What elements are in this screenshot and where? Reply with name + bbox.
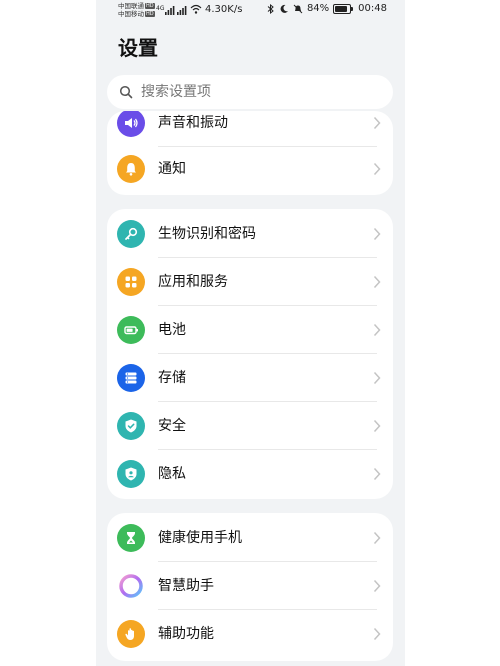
search-bar[interactable]	[107, 75, 393, 109]
signal-bars-icon	[177, 6, 187, 15]
carrier-2: 中国移动 HD	[118, 10, 155, 18]
bell-muted-icon	[293, 4, 303, 13]
settings-item-accessibility[interactable]: 辅助功能	[107, 610, 393, 658]
icon-badge	[117, 572, 145, 600]
battery-level	[335, 5, 347, 12]
network-speed: 4.30K/s	[205, 4, 243, 15]
settings-item-label: 生物识别和密码	[158, 226, 256, 242]
icon-badge	[117, 412, 145, 440]
chevron-right-icon	[373, 275, 381, 289]
settings-item-label: 安全	[158, 418, 186, 434]
icon-badge	[117, 316, 145, 344]
icon-badge	[117, 364, 145, 392]
icon-badge	[117, 620, 145, 648]
settings-item-label: 辅助功能	[158, 626, 214, 642]
battery-percent: 84%	[306, 3, 330, 14]
icon-badge	[117, 220, 145, 248]
chevron-right-icon	[373, 627, 381, 641]
settings-item-label: 隐私	[158, 466, 186, 482]
settings-item-privacy[interactable]: 隐私	[107, 450, 393, 498]
hd-badge: HD	[145, 3, 155, 9]
chevron-right-icon	[373, 419, 381, 433]
icon-badge	[117, 460, 145, 488]
settings-item-biometrics[interactable]: 生物识别和密码	[107, 210, 393, 258]
settings-group-1: 声音和振动 通知	[107, 111, 393, 195]
key-icon	[125, 227, 138, 240]
wifi-icon	[190, 4, 202, 14]
settings-item-assistant[interactable]: 智慧助手	[107, 562, 393, 610]
assistant-ring-icon	[119, 574, 143, 598]
shield-check-icon	[125, 419, 137, 433]
settings-item-storage[interactable]: 存储	[107, 354, 393, 402]
page-title: 设置	[118, 36, 158, 60]
bluetooth-icon	[267, 3, 274, 14]
settings-item-label: 存储	[158, 370, 186, 386]
settings-item-label: 电池	[158, 322, 186, 338]
icon-badge	[117, 524, 145, 552]
chevron-right-icon	[373, 116, 381, 130]
chevron-right-icon	[373, 531, 381, 545]
search-icon	[119, 85, 133, 99]
search-input[interactable]	[139, 83, 363, 101]
settings-item-security[interactable]: 安全	[107, 402, 393, 450]
settings-group-2: 生物识别和密码 应用和服务 电池 存储 安全 隐私	[107, 209, 393, 499]
storage-icon	[125, 372, 137, 384]
speaker-icon	[125, 118, 138, 128]
chevron-right-icon	[373, 162, 381, 176]
signal-bars-icon	[165, 6, 175, 15]
carrier-1-label: 中国联通	[118, 2, 144, 10]
settings-item-sound[interactable]: 声音和振动	[107, 111, 393, 147]
settings-item-label: 声音和振动	[158, 115, 228, 131]
settings-item-digital-balance[interactable]: 健康使用手机	[107, 514, 393, 562]
chevron-right-icon	[373, 323, 381, 337]
signal-type: 4G	[156, 5, 165, 12]
hand-icon	[125, 628, 134, 640]
settings-group-3: 健康使用手机 智慧助手 辅助功能	[107, 513, 393, 661]
settings-item-label: 健康使用手机	[158, 530, 242, 546]
icon-badge	[117, 268, 145, 296]
icon-badge	[117, 111, 145, 137]
settings-item-label: 应用和服务	[158, 274, 228, 290]
settings-item-battery[interactable]: 电池	[107, 306, 393, 354]
chevron-right-icon	[373, 467, 381, 481]
status-right: 84% 00:48	[266, 3, 387, 14]
settings-item-label: 通知	[158, 161, 186, 177]
settings-item-notifications[interactable]: 通知	[107, 145, 393, 193]
hd-badge: HD	[145, 11, 155, 17]
moon-icon	[280, 4, 288, 13]
battery-icon	[124, 326, 138, 335]
bell-icon	[126, 163, 136, 176]
settings-item-apps-services[interactable]: 应用和服务	[107, 258, 393, 306]
carrier-1: 中国联通 HD	[118, 2, 155, 10]
settings-item-label: 智慧助手	[158, 578, 214, 594]
clock: 00:48	[358, 3, 387, 14]
apps-grid-icon	[125, 276, 137, 288]
hourglass-icon	[127, 532, 135, 544]
chevron-right-icon	[373, 227, 381, 241]
status-bar: 中国联通 HD 中国移动 HD 4G 4.30K/s 84% 00:48	[96, 0, 405, 22]
settings-screen: 中国联通 HD 中国移动 HD 4G 4.30K/s 84% 00:48 设置 …	[96, 0, 405, 666]
chevron-right-icon	[373, 371, 381, 385]
privacy-shield-icon	[125, 467, 137, 481]
carrier-2-label: 中国移动	[118, 10, 144, 18]
battery-icon	[333, 3, 354, 14]
chevron-right-icon	[373, 579, 381, 593]
icon-badge	[117, 155, 145, 183]
